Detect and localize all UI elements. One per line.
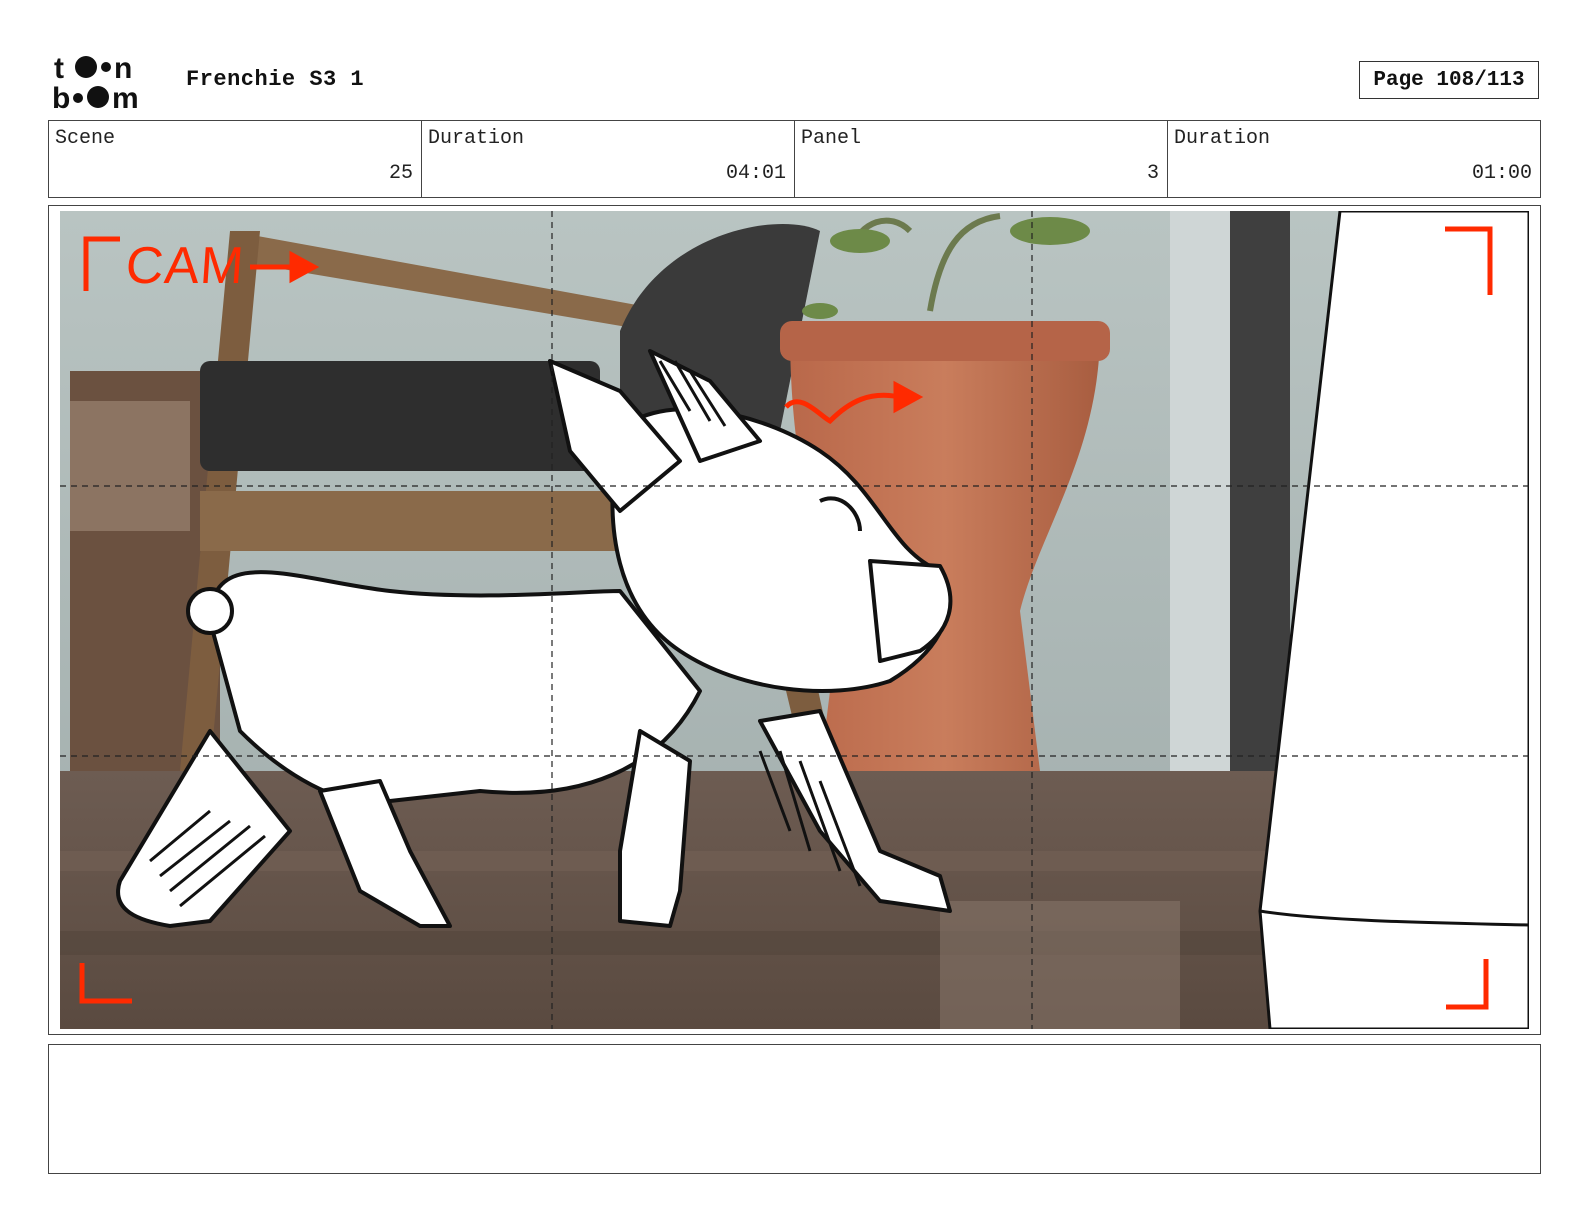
page-indicator: Page 108/113	[1359, 61, 1539, 99]
panel-cell: Panel 3	[795, 121, 1168, 197]
panel-duration-cell: Duration 01:00	[1168, 121, 1540, 197]
scene-duration-value: 04:01	[725, 162, 786, 185]
scene-duration-label: Duration	[428, 127, 525, 150]
scene-cell: Scene 25	[49, 121, 422, 197]
storyboard-panel-image	[60, 211, 1529, 1029]
svg-text:b: b	[52, 82, 70, 112]
scene-value: 25	[388, 162, 413, 185]
svg-text:n: n	[114, 52, 132, 85]
scene-label: Scene	[55, 127, 116, 150]
svg-text:m: m	[112, 82, 139, 112]
panel-duration-value: 01:00	[1471, 162, 1532, 185]
svg-text:t: t	[54, 52, 64, 85]
toon-boom-logo: t n b m	[52, 52, 139, 112]
panel-label: Panel	[801, 127, 862, 150]
project-title: Frenchie S3 1	[186, 67, 365, 92]
cam-annotation: CAM	[123, 237, 247, 295]
panel-value: 3	[1146, 162, 1159, 185]
scene-duration-cell: Duration 04:01	[422, 121, 795, 197]
panel-info-row: Scene 25 Duration 04:01 Panel 3 Duration…	[48, 120, 1541, 198]
panel-duration-label: Duration	[1174, 127, 1271, 150]
panel-notes-box[interactable]	[48, 1044, 1541, 1174]
